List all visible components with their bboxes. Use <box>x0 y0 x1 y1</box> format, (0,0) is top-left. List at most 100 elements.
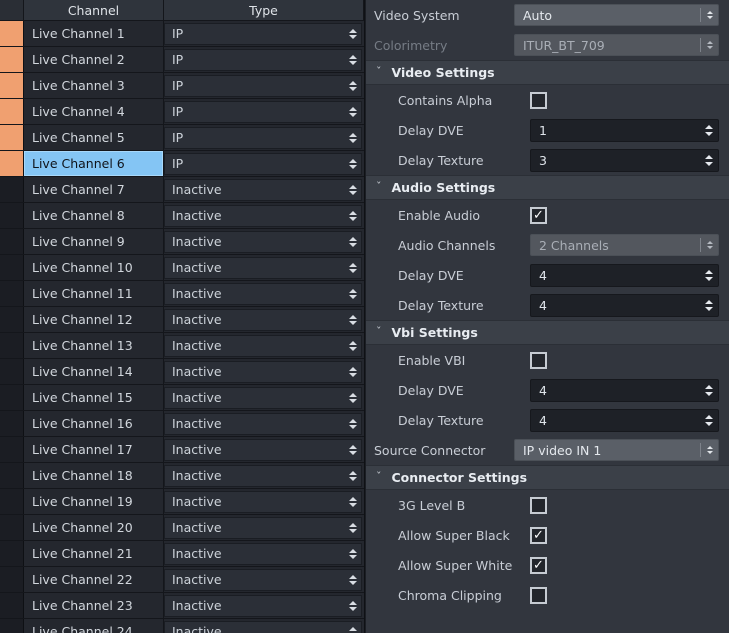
channel-name-cell[interactable]: Live Channel 10 <box>24 255 164 280</box>
channel-name-cell[interactable]: Live Channel 14 <box>24 359 164 384</box>
channel-inactive-indicator[interactable] <box>0 593 24 618</box>
table-row[interactable]: Live Channel 24Inactive <box>0 619 364 633</box>
channel-inactive-indicator[interactable] <box>0 359 24 384</box>
channel-name-cell[interactable]: Live Channel 11 <box>24 281 164 306</box>
channel-name-cell[interactable]: Live Channel 13 <box>24 333 164 358</box>
channel-type-combobox[interactable]: Inactive <box>164 439 362 461</box>
channel-inactive-indicator[interactable] <box>0 229 24 254</box>
channel-type-combobox[interactable]: Inactive <box>164 543 362 565</box>
channel-inactive-indicator[interactable] <box>0 203 24 228</box>
channel-name-cell[interactable]: Live Channel 9 <box>24 229 164 254</box>
channel-type-combobox[interactable]: IP <box>164 75 362 97</box>
spinner-arrows-icon[interactable] <box>705 270 713 281</box>
channel-type-combobox[interactable]: Inactive <box>164 335 362 357</box>
channel-inactive-indicator[interactable] <box>0 333 24 358</box>
table-row[interactable]: Live Channel 6IP <box>0 151 364 177</box>
channel-inactive-indicator[interactable] <box>0 307 24 332</box>
channel-name-cell[interactable]: Live Channel 12 <box>24 307 164 332</box>
vbi-delay-dve-spinbox[interactable]: 4 <box>530 379 719 402</box>
channel-inactive-indicator[interactable] <box>0 281 24 306</box>
enable-vbi-checkbox[interactable]: ✓ <box>530 352 547 369</box>
channel-active-indicator[interactable] <box>0 73 24 98</box>
vbi-delay-texture-spinbox[interactable]: 4 <box>530 409 719 432</box>
video-delay-dve-spinbox[interactable]: 1 <box>530 119 719 142</box>
channel-name-cell[interactable]: Live Channel 18 <box>24 463 164 488</box>
channel-active-indicator[interactable] <box>0 99 24 124</box>
channel-type-combobox[interactable]: Inactive <box>164 179 362 201</box>
channel-name-cell[interactable]: Live Channel 1 <box>24 21 164 46</box>
table-row[interactable]: Live Channel 16Inactive <box>0 411 364 437</box>
channel-type-combobox[interactable]: IP <box>164 127 362 149</box>
channel-name-cell[interactable]: Live Channel 19 <box>24 489 164 514</box>
video-delay-texture-spinbox[interactable]: 3 <box>530 149 719 172</box>
channel-type-combobox[interactable]: Inactive <box>164 387 362 409</box>
spinner-arrows-icon[interactable] <box>705 155 713 166</box>
section-header-connector-settings[interactable]: ˇ Connector Settings <box>366 465 729 490</box>
channel-inactive-indicator[interactable] <box>0 411 24 436</box>
channel-active-indicator[interactable] <box>0 151 24 176</box>
table-row[interactable]: Live Channel 21Inactive <box>0 541 364 567</box>
channel-type-combobox[interactable]: IP <box>164 49 362 71</box>
channel-name-cell[interactable]: Live Channel 6 <box>24 151 164 176</box>
channel-name-cell[interactable]: Live Channel 21 <box>24 541 164 566</box>
channel-type-combobox[interactable]: IP <box>164 101 362 123</box>
table-row[interactable]: Live Channel 2IP <box>0 47 364 73</box>
table-row[interactable]: Live Channel 22Inactive <box>0 567 364 593</box>
allow-super-black-checkbox[interactable]: ✓ <box>530 527 547 544</box>
channel-type-combobox[interactable]: Inactive <box>164 465 362 487</box>
channel-type-combobox[interactable]: Inactive <box>164 361 362 383</box>
table-row[interactable]: Live Channel 8Inactive <box>0 203 364 229</box>
table-row[interactable]: Live Channel 5IP <box>0 125 364 151</box>
audio-delay-dve-spinbox[interactable]: 4 <box>530 264 719 287</box>
channel-type-combobox[interactable]: Inactive <box>164 595 362 617</box>
channel-name-cell[interactable]: Live Channel 5 <box>24 125 164 150</box>
channel-type-combobox[interactable]: IP <box>164 153 362 175</box>
column-header-channel[interactable]: Channel <box>24 0 164 20</box>
video-system-combobox[interactable]: Auto <box>514 4 719 26</box>
channel-inactive-indicator[interactable] <box>0 619 24 633</box>
audio-delay-texture-spinbox[interactable]: 4 <box>530 294 719 317</box>
chroma-clipping-checkbox[interactable]: ✓ <box>530 587 547 604</box>
channel-name-cell[interactable]: Live Channel 16 <box>24 411 164 436</box>
3g-level-b-checkbox[interactable]: ✓ <box>530 497 547 514</box>
section-header-vbi-settings[interactable]: ˇ Vbi Settings <box>366 320 729 345</box>
combobox-arrows[interactable] <box>700 8 713 22</box>
enable-audio-checkbox[interactable]: ✓ <box>530 207 547 224</box>
table-row[interactable]: Live Channel 18Inactive <box>0 463 364 489</box>
combobox-arrows[interactable] <box>700 443 713 457</box>
channel-name-cell[interactable]: Live Channel 20 <box>24 515 164 540</box>
channel-name-cell[interactable]: Live Channel 7 <box>24 177 164 202</box>
channel-inactive-indicator[interactable] <box>0 541 24 566</box>
table-row[interactable]: Live Channel 12Inactive <box>0 307 364 333</box>
contains-alpha-checkbox[interactable]: ✓ <box>530 92 547 109</box>
table-row[interactable]: Live Channel 7Inactive <box>0 177 364 203</box>
table-row[interactable]: Live Channel 1IP <box>0 21 364 47</box>
channel-inactive-indicator[interactable] <box>0 177 24 202</box>
channel-type-combobox[interactable]: Inactive <box>164 231 362 253</box>
spinner-arrows-icon[interactable] <box>705 300 713 311</box>
column-header-type[interactable]: Type <box>164 0 364 20</box>
table-row[interactable]: Live Channel 9Inactive <box>0 229 364 255</box>
table-row[interactable]: Live Channel 20Inactive <box>0 515 364 541</box>
channel-active-indicator[interactable] <box>0 125 24 150</box>
channel-inactive-indicator[interactable] <box>0 463 24 488</box>
table-row[interactable]: Live Channel 3IP <box>0 73 364 99</box>
spinner-arrows-icon[interactable] <box>705 385 713 396</box>
channel-inactive-indicator[interactable] <box>0 489 24 514</box>
channel-name-cell[interactable]: Live Channel 3 <box>24 73 164 98</box>
channel-inactive-indicator[interactable] <box>0 515 24 540</box>
channel-type-combobox[interactable]: Inactive <box>164 569 362 591</box>
channel-name-cell[interactable]: Live Channel 15 <box>24 385 164 410</box>
channel-name-cell[interactable]: Live Channel 22 <box>24 567 164 592</box>
channel-inactive-indicator[interactable] <box>0 567 24 592</box>
channel-type-combobox[interactable]: Inactive <box>164 283 362 305</box>
spinner-arrows-icon[interactable] <box>705 415 713 426</box>
table-row[interactable]: Live Channel 15Inactive <box>0 385 364 411</box>
table-row[interactable]: Live Channel 11Inactive <box>0 281 364 307</box>
table-row[interactable]: Live Channel 14Inactive <box>0 359 364 385</box>
audio-channels-combobox[interactable]: 2 Channels <box>530 234 719 256</box>
channel-type-combobox[interactable]: Inactive <box>164 257 362 279</box>
table-row[interactable]: Live Channel 10Inactive <box>0 255 364 281</box>
table-row[interactable]: Live Channel 4IP <box>0 99 364 125</box>
allow-super-white-checkbox[interactable]: ✓ <box>530 557 547 574</box>
